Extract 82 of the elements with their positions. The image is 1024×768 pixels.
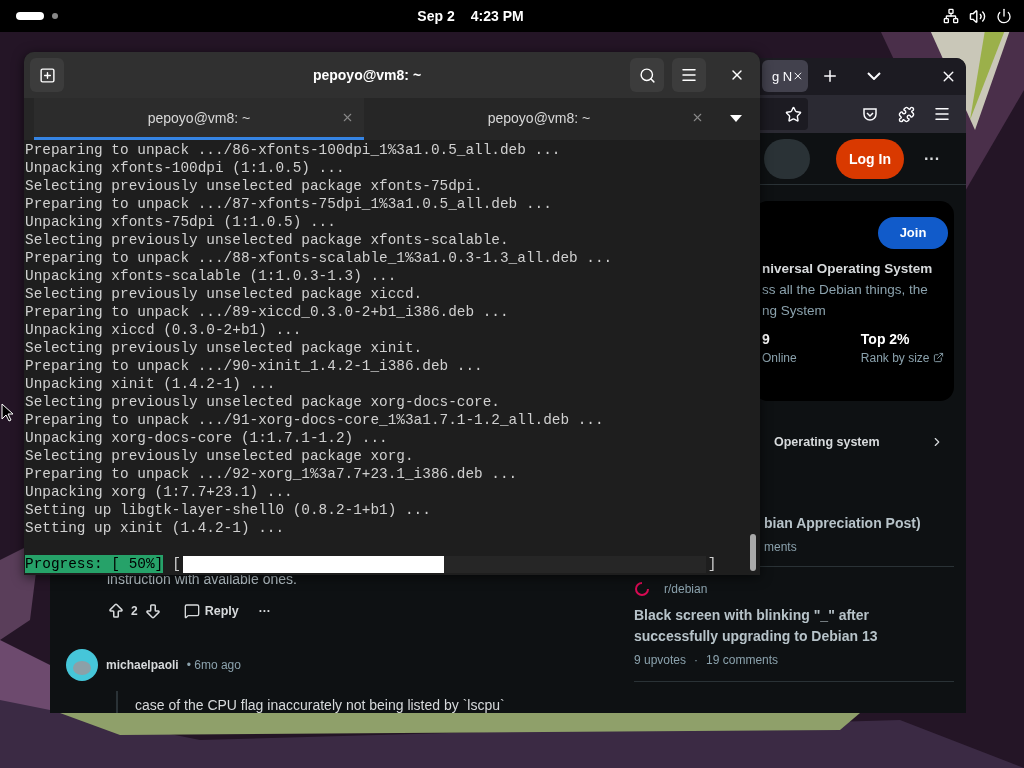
speech-bubble-icon — [183, 603, 200, 619]
progress-label: Progress: [ 50%] — [25, 555, 164, 573]
downvote-icon[interactable] — [143, 602, 162, 620]
comment-text: instruction with available ones. — [106, 571, 298, 587]
terminal-line: Setting up libgtk-layer-shell0 (0.8.2-1+b1) ... — [25, 501, 432, 519]
activities-indicator[interactable] — [16, 12, 44, 20]
terminal-line: Unpacking xfonts-75dpi (1:1.0.5) ... — [25, 213, 337, 231]
terminal-line: Unpacking xfonts-100dpi (1:1.0.5) ... — [25, 159, 346, 177]
pointer-icon — [1, 403, 13, 422]
more-button[interactable]: ··· — [916, 142, 948, 175]
puzzle-icon — [897, 105, 915, 123]
scrollbar-thumb[interactable] — [750, 534, 756, 571]
stat-label: Online — [762, 351, 797, 365]
terminal-line: Selecting previously unselected package xinit. — [25, 339, 424, 357]
post-meta: ments — [764, 540, 797, 554]
volume-icon[interactable] — [969, 7, 986, 25]
external-link-icon[interactable] — [932, 352, 944, 364]
terminal-line: Preparing to unpack .../88-xfonts-scalable_1%3a1.0.3-1.3_all.deb ... — [25, 249, 614, 267]
topic-row[interactable]: Operating system — [774, 435, 954, 449]
pocket-icon — [862, 106, 878, 123]
workspace-dot[interactable] — [52, 13, 58, 19]
community-link[interactable]: r/debian — [664, 582, 708, 596]
stat-value: 9 — [762, 331, 771, 347]
browser-tab[interactable]: g N — [762, 60, 808, 93]
close-icon[interactable] — [341, 111, 354, 124]
terminal-line: Unpacking xiccd (0.3.0-2+b1) ... — [25, 321, 303, 339]
plus-icon — [38, 66, 56, 84]
power-icon[interactable] — [996, 8, 1012, 24]
post-title[interactable]: bian Appreciation Post) — [764, 513, 954, 534]
terminal-line: Preparing to unpack .../92-xorg_1%3a7.7+23.1_i386.deb ... — [25, 465, 519, 483]
stat-value: Top 2% — [860, 331, 911, 347]
terminal-line: Unpacking xorg-docs-core (1:1.7.1-1.2) ... — [25, 429, 389, 447]
terminal-line: Preparing to unpack .../86-xfonts-100dpi_1%3a1.0.5_all.deb ... — [25, 141, 562, 159]
comment-text: case of the CPU flag inaccurately not being listed by `lscpu` — [135, 697, 505, 713]
post-title[interactable]: Black screen with blinking "_" after successfully upgrading to Debian 13 — [634, 605, 954, 647]
terminal-line: Preparing to unpack .../90-xinit_1.4.2-1_i386.deb ... — [25, 357, 484, 375]
menu-icon — [680, 66, 698, 84]
terminal-line: Selecting previously unselected package xorg. — [25, 447, 415, 465]
terminal-line: Selecting previously unselected package xfonts-scalable. — [25, 231, 510, 249]
username-link[interactable]: michaelpaoli — [106, 658, 179, 672]
login-button[interactable]: Log In — [836, 138, 904, 179]
comment-count: 19 comments — [706, 653, 779, 667]
upvote-count: 9 upvotes — [634, 653, 687, 667]
network-icon[interactable] — [943, 8, 959, 24]
terminal-line: Selecting previously unselected package xiccd. — [25, 285, 424, 303]
terminal-line: Unpacking xorg (1:7.7+23.1) ... — [25, 483, 294, 501]
terminal-line: Unpacking xinit (1.4.2-1) ... — [25, 375, 277, 393]
more-button[interactable]: ··· — [252, 595, 277, 627]
terminal-line: Setting up xinit (1.4.2-1) ... — [25, 519, 286, 537]
chevron-icon — [867, 72, 881, 81]
upvote-icon[interactable] — [107, 602, 125, 620]
vote-count: 2 — [131, 604, 138, 618]
search-field[interactable] — [764, 138, 810, 179]
date-label[interactable]: Sep 2 — [417, 8, 455, 24]
menu-button[interactable] — [672, 58, 706, 92]
community-title: niversal Operating System — [762, 261, 934, 276]
search-icon — [638, 66, 656, 84]
swirl-icon — [634, 581, 650, 597]
new-tab-button[interactable] — [30, 58, 64, 92]
avatar[interactable] — [66, 649, 98, 681]
search-button[interactable] — [630, 58, 664, 92]
bracket: ] — [707, 555, 717, 573]
reply-button[interactable]: Reply — [183, 603, 239, 619]
separator: · — [694, 653, 699, 667]
terminal-line: Preparing to unpack .../87-xfonts-75dpi_1%3a1.0.5_all.deb ... — [25, 195, 553, 213]
terminal-line: Unpacking xfonts-scalable (1:1.0.3-1.3) ... — [25, 267, 398, 285]
window-title: pepoyo@vm8: ~ — [311, 67, 423, 83]
stat-label: Rank by size — [860, 351, 930, 365]
terminal-tab[interactable]: pepoyo@vm8: ~ — [364, 98, 714, 140]
terminal-tab[interactable]: pepoyo@vm8: ~ — [34, 98, 364, 140]
join-button[interactable]: Join — [878, 217, 948, 249]
dropdown-icon[interactable] — [730, 115, 742, 123]
terminal-line: Selecting previously unselected package xfonts-75dpi. — [25, 177, 484, 195]
terminal-line: Selecting previously unselected package xorg-docs-core. — [25, 393, 501, 411]
community-description: ss all the Debian things, the ng System — [762, 281, 929, 320]
terminal-line: Preparing to unpack .../89-xiccd_0.3.0-2+b1_i386.deb ... — [25, 303, 510, 321]
terminal-line: Preparing to unpack .../91-xorg-docs-core_1%3a1.7.1-1.2_all.deb ... — [25, 411, 605, 429]
close-icon[interactable] — [691, 111, 704, 124]
time-label[interactable]: 4:23 PM — [470, 8, 524, 24]
comment-age: • 6mo ago — [186, 658, 241, 672]
star-icon[interactable] — [785, 105, 802, 123]
bracket: [ — [172, 555, 181, 573]
